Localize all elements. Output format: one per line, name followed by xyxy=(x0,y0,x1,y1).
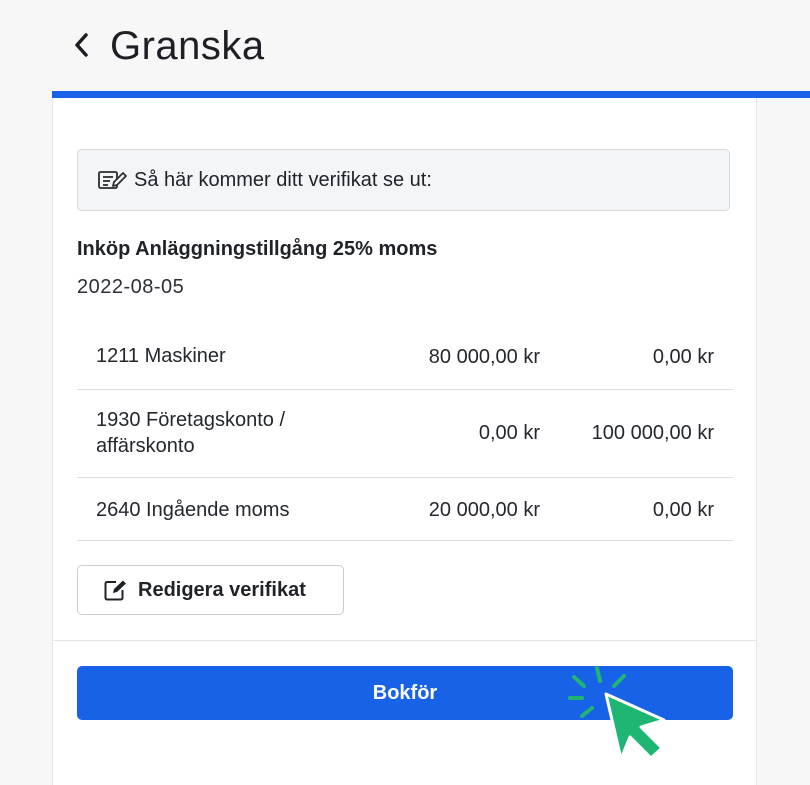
table-row: 1211 Maskiner 80 000,00 kr 0,00 kr xyxy=(77,314,733,390)
table-row: 1930 Företagskonto / affärskonto 0,00 kr… xyxy=(77,390,733,478)
account-cell: 2640 Ingående moms xyxy=(96,499,290,521)
debit-cell: 0,00 kr xyxy=(478,422,540,444)
notice-text: Så här kommer ditt verifikat se ut: xyxy=(134,168,432,191)
credit-cell: 0,00 kr xyxy=(652,499,714,521)
book-button-label: Bokför xyxy=(372,681,438,704)
debit-cell: 80 000,00 kr xyxy=(428,346,540,368)
table-row: 2640 Ingående moms 20 000,00 kr 0,00 kr xyxy=(77,478,733,541)
voucher-date: 2022-08-05 xyxy=(77,276,185,298)
account-cell: 1930 Företagskonto / affärskonto xyxy=(96,409,286,457)
account-cell: 1211 Maskiner xyxy=(96,345,226,367)
edit-icon xyxy=(104,580,126,601)
section-divider xyxy=(53,640,756,641)
edit-voucher-label: Redigera verifikat xyxy=(138,578,306,601)
credit-cell: 0,00 kr xyxy=(652,346,714,368)
preview-notice: Så här kommer ditt verifikat se ut: xyxy=(77,149,730,211)
voucher-title: Inköp Anläggningstillgång 25% moms xyxy=(77,238,438,260)
document-edit-icon xyxy=(98,169,130,191)
chevron-left-icon xyxy=(75,33,88,57)
voucher-rows: 1211 Maskiner 80 000,00 kr 0,00 kr 1930 … xyxy=(77,314,733,541)
credit-cell: 100 000,00 kr xyxy=(591,422,714,444)
accent-bar xyxy=(52,91,810,98)
back-button[interactable] xyxy=(66,27,96,63)
debit-cell: 20 000,00 kr xyxy=(428,499,540,521)
page-title: Granska xyxy=(110,24,265,68)
click-cursor-icon xyxy=(568,666,666,761)
page-header: Granska xyxy=(0,0,810,92)
edit-voucher-button[interactable]: Redigera verifikat xyxy=(77,565,344,615)
